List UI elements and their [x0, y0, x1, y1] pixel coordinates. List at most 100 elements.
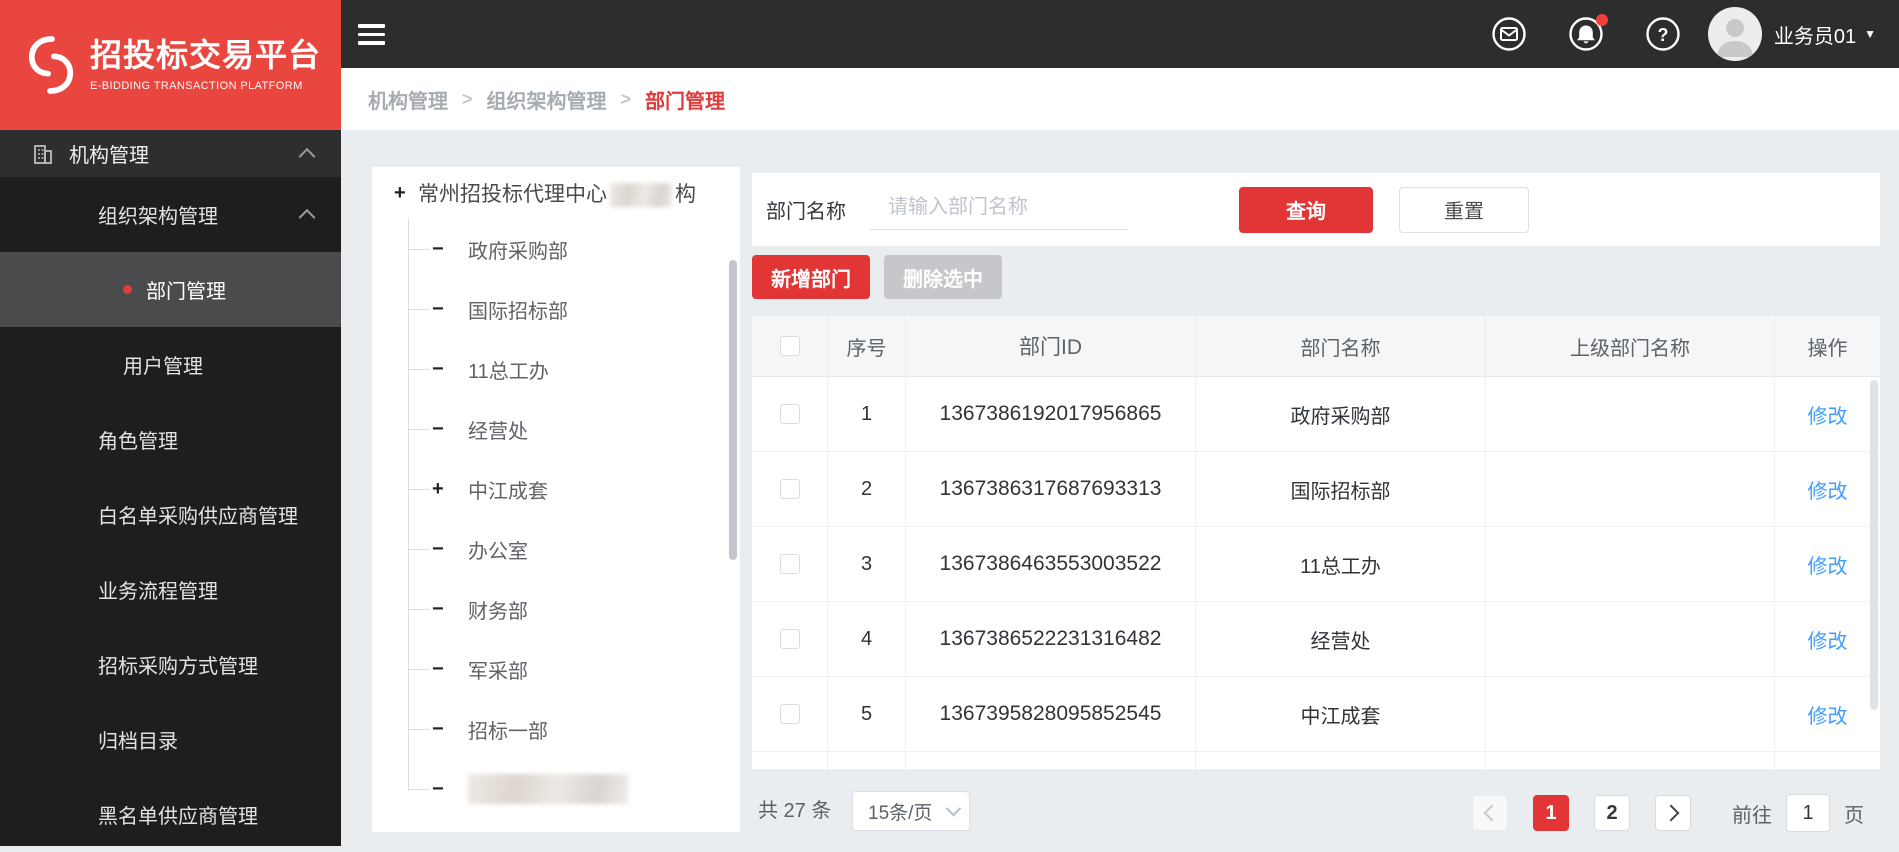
sidebar-item-archive-catalog[interactable]: 归档目录 [0, 702, 341, 777]
collapse-icon[interactable]: − [432, 778, 456, 801]
edit-link[interactable]: 修改 [1808, 400, 1848, 429]
sidebar-item-business-process[interactable]: 业务流程管理 [0, 552, 341, 627]
tree-scrollbar-thumb[interactable] [729, 260, 737, 560]
row-checkbox[interactable] [779, 704, 800, 724]
tree-node[interactable]: + 中江成套 [372, 459, 740, 519]
mail-button[interactable] [1490, 15, 1528, 53]
table-header-row: 序号 部门ID 部门名称 上级部门名称 操作 [752, 316, 1880, 377]
help-button[interactable]: ? [1644, 15, 1682, 53]
edit-link[interactable]: 修改 [1808, 475, 1848, 504]
expand-icon[interactable]: + [394, 182, 418, 205]
header-parent-dept: 上级部门名称 [1486, 316, 1775, 377]
departments-table: 序号 部门ID 部门名称 上级部门名称 操作 1 136738619201795… [752, 316, 1880, 770]
building-icon [34, 144, 52, 164]
breadcrumb-item-current: 部门管理 [645, 90, 726, 113]
breadcrumb-separator: > [620, 88, 632, 109]
breadcrumb-item[interactable]: 机构管理 [368, 85, 448, 114]
tree-root-node[interactable]: + 常州招投标代理中心构 [372, 167, 740, 219]
sidebar-item-label: 黑名单供应商管理 [98, 806, 258, 828]
sidebar-item-whitelist-suppliers[interactable]: 白名单采购供应商管理 [0, 477, 341, 552]
collapse-icon[interactable]: − [432, 718, 456, 741]
tree-node-label: 11总工办 [468, 360, 549, 383]
sidebar-item-org-structure[interactable]: 组织架构管理 [0, 177, 341, 252]
next-page-button[interactable] [1655, 795, 1691, 831]
redacted-text [468, 774, 628, 804]
notification-badge [1595, 14, 1608, 26]
tree-node[interactable]: − 政府采购部 [372, 219, 740, 279]
tree-node[interactable]: − 办公室 [372, 519, 740, 579]
page-size-value: 15条/页 [868, 802, 933, 824]
brand-logo-icon [28, 36, 74, 94]
goto-page-input[interactable] [1786, 794, 1830, 832]
row-dept-id: 1367386317687693313 [906, 452, 1196, 526]
row-checkbox[interactable] [779, 404, 800, 424]
sidebar-item-label: 招标采购方式管理 [98, 656, 258, 678]
tree-node[interactable]: − 财务部 [372, 579, 740, 639]
sidebar-item-procurement-methods[interactable]: 招标采购方式管理 [0, 627, 341, 702]
page-size-select[interactable]: 15条/页 [852, 791, 970, 831]
edit-link[interactable]: 修改 [1808, 550, 1848, 579]
tree-node-redacted[interactable]: − [372, 759, 740, 819]
sidebar: 招投标交易平台 E-BIDDING TRANSACTION PLATFORM 机… [0, 0, 341, 846]
chevron-up-icon [298, 208, 316, 226]
sidebar-item-role-management[interactable]: 角色管理 [0, 402, 341, 477]
add-department-button[interactable]: 新增部门 [752, 255, 870, 299]
chevron-left-icon [1483, 804, 1501, 822]
row-checkbox[interactable] [779, 479, 800, 499]
table-row: 5 1367395828095852545 中江成套 修改 [752, 677, 1880, 752]
reset-button[interactable]: 重置 [1399, 186, 1529, 233]
sidebar-item-user-management[interactable]: 用户管理 [0, 327, 341, 402]
collapse-icon[interactable]: − [432, 298, 456, 321]
select-all-checkbox[interactable] [779, 336, 800, 356]
row-parent-dept [1486, 527, 1775, 601]
notifications-button[interactable] [1567, 14, 1608, 53]
collapse-icon[interactable]: − [432, 238, 456, 261]
sidebar-item-label: 机构管理 [69, 145, 149, 167]
table-scrollbar-thumb[interactable] [1870, 380, 1878, 710]
edit-link[interactable]: 修改 [1808, 625, 1848, 654]
tree-node[interactable]: − 11总工办 [372, 339, 740, 399]
menu-toggle-button[interactable] [358, 24, 385, 50]
tree-node[interactable]: − 经营处 [372, 399, 740, 459]
tree-node-label: 中江成套 [468, 480, 548, 503]
collapse-icon[interactable]: − [432, 358, 456, 381]
user-avatar[interactable] [1707, 7, 1762, 61]
page-unit-label: 页 [1844, 804, 1864, 827]
row-checkbox[interactable] [779, 554, 800, 574]
sidebar-item-label: 部门管理 [146, 281, 226, 303]
breadcrumb: 机构管理 > 组织架构管理 > 部门管理 [341, 68, 1899, 130]
breadcrumb-separator: > [462, 88, 473, 109]
tree-node[interactable]: − 招标一部 [372, 699, 740, 759]
delete-selected-button[interactable]: 删除选中 [884, 255, 1002, 299]
sidebar-item-label: 用户管理 [123, 356, 203, 378]
department-name-input[interactable] [870, 189, 1127, 230]
username-label[interactable]: 业务员01 [1774, 20, 1856, 49]
table-row-partial [752, 752, 1880, 770]
expand-icon[interactable]: + [432, 478, 456, 501]
tree-node[interactable]: − 国际招标部 [372, 279, 740, 339]
prev-page-button[interactable] [1472, 795, 1508, 831]
collapse-icon[interactable]: − [432, 658, 456, 681]
sidebar-item-department-management[interactable]: 部门管理 [0, 252, 341, 327]
row-seq: 3 [828, 527, 906, 601]
svg-text:?: ? [1657, 25, 1668, 45]
sidebar-item-org-management[interactable]: 机构管理 [0, 130, 341, 177]
collapse-icon[interactable]: − [432, 598, 456, 621]
page-button-1[interactable]: 1 [1533, 795, 1569, 831]
tree-node-label: 军采部 [468, 660, 528, 683]
query-button[interactable]: 查询 [1239, 186, 1373, 233]
row-dept-name: 政府采购部 [1196, 377, 1486, 451]
page-button-2[interactable]: 2 [1594, 795, 1630, 831]
collapse-icon[interactable]: − [432, 538, 456, 561]
table-row: 3 1367386463553003522 11总工办 修改 [752, 527, 1880, 602]
row-checkbox[interactable] [779, 629, 800, 649]
tree-root-label: 常州招投标代理中心构 [418, 183, 696, 208]
tree-node[interactable]: − 军采部 [372, 639, 740, 699]
breadcrumb-item[interactable]: 组织架构管理 [487, 85, 607, 114]
edit-link[interactable]: 修改 [1808, 700, 1848, 729]
brand-subtitle: E-BIDDING TRANSACTION PLATFORM [90, 79, 303, 92]
collapse-icon[interactable]: − [432, 418, 456, 441]
sidebar-item-blacklist-suppliers[interactable]: 黑名单供应商管理 [0, 777, 341, 852]
active-dot-icon [123, 285, 132, 294]
chevron-down-icon[interactable]: ▼ [1864, 27, 1876, 41]
